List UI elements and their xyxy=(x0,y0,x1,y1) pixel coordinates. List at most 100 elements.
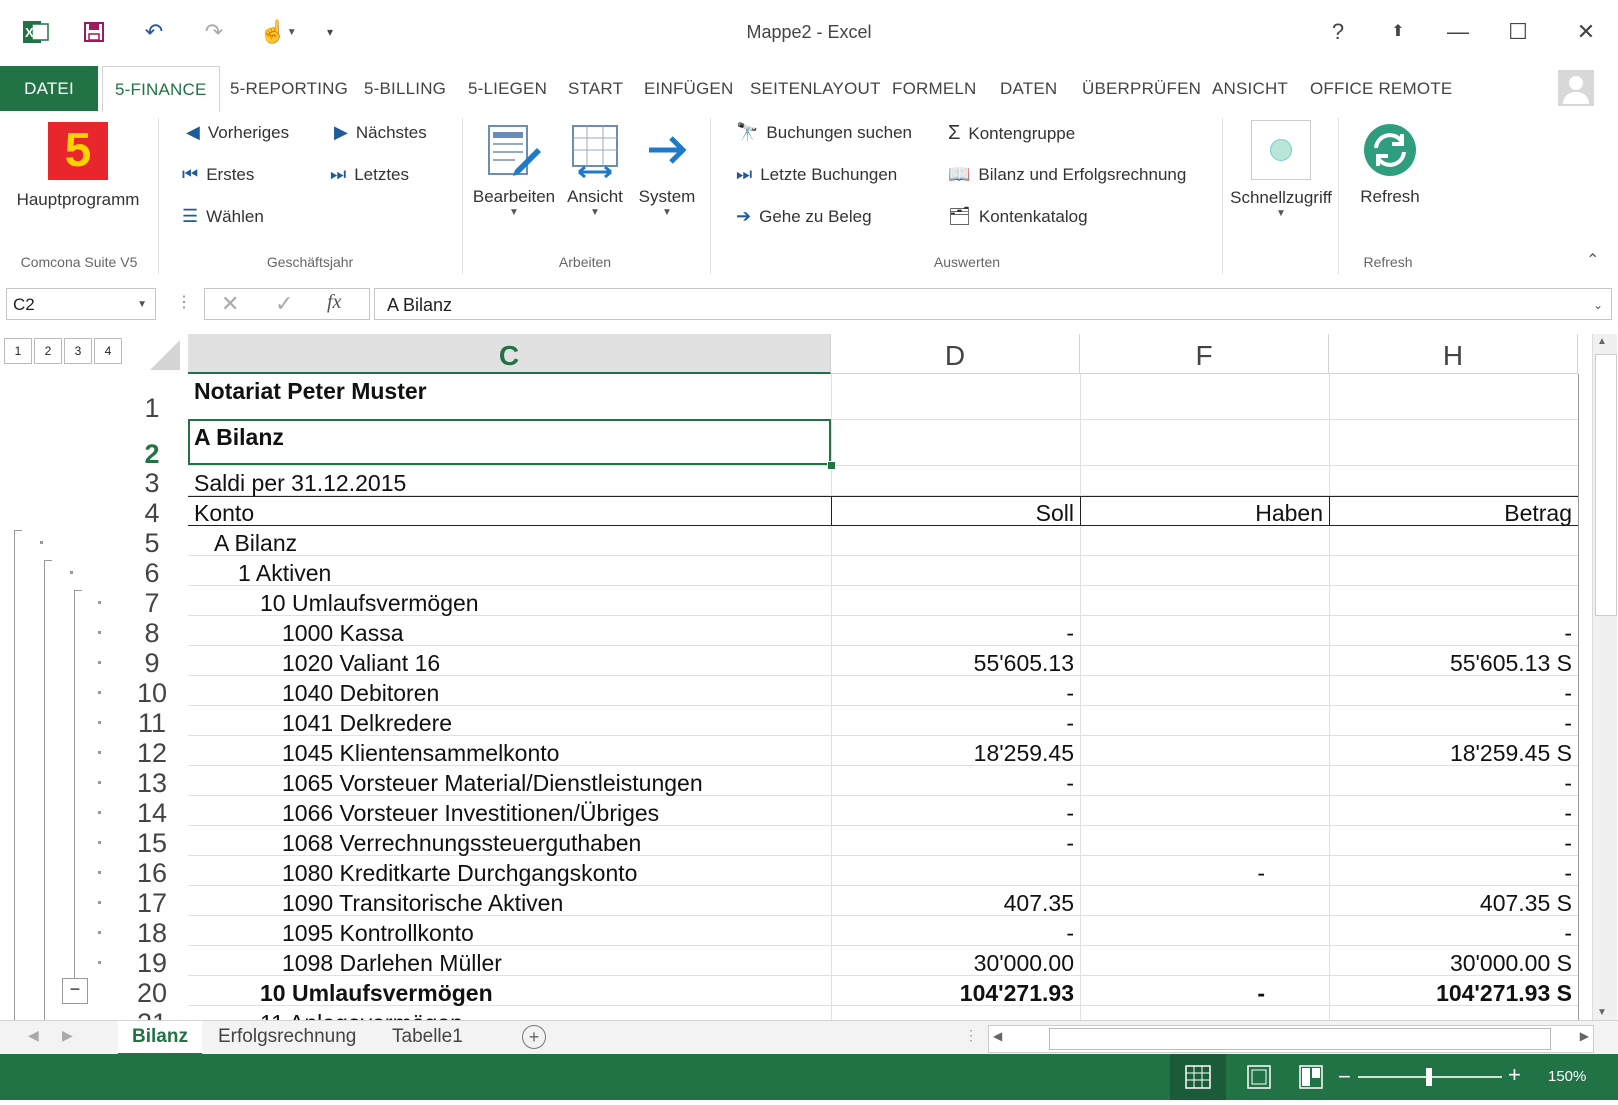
refresh-button[interactable]: Refresh xyxy=(1346,120,1434,207)
row-2-soll-cell[interactable] xyxy=(831,420,1074,466)
cancel-icon[interactable]: ✕ xyxy=(221,291,239,317)
tab-seitenlayout[interactable]: SEITENLAYOUT xyxy=(738,66,893,111)
row-3-soll-cell[interactable] xyxy=(831,466,1074,496)
row-20-soll-cell[interactable]: 104'271.93 xyxy=(831,976,1074,1006)
row-number-3[interactable]: 3 xyxy=(120,466,184,498)
row-number-12[interactable]: 12 xyxy=(120,736,184,768)
tab-formeln[interactable]: FORMELN xyxy=(880,66,989,111)
row-13-betrag-cell[interactable]: - xyxy=(1329,766,1572,796)
row-4-haben-cell[interactable]: Haben xyxy=(1080,496,1323,526)
name-box[interactable]: C2 ▼ xyxy=(6,288,156,320)
row-15-konto-cell[interactable]: 1068 Verrechnungssteuerguthaben xyxy=(282,826,825,856)
row-7-konto-cell[interactable]: 10 Umlaufsvermögen xyxy=(260,586,825,616)
scroll-up-icon[interactable]: ▲ xyxy=(1597,336,1607,347)
row-16-haben-cell[interactable]: - xyxy=(1080,856,1265,886)
row-18-betrag-cell[interactable]: - xyxy=(1329,916,1572,946)
row-8-haben-cell[interactable] xyxy=(1080,616,1265,646)
hauptprogramm-button[interactable]: Hauptprogramm xyxy=(8,190,148,210)
row-17-konto-cell[interactable]: 1090 Transitorische Aktiven xyxy=(282,886,825,916)
row-15-soll-cell[interactable]: - xyxy=(831,826,1074,856)
row-10-konto-cell[interactable]: 1040 Debitoren xyxy=(282,676,825,706)
row-number-16[interactable]: 16 xyxy=(120,856,184,888)
sheet-tab-tabelle1[interactable]: Tabelle1 xyxy=(378,1021,477,1053)
row-5-konto-cell[interactable]: A Bilanz xyxy=(214,526,825,556)
zoom-level[interactable]: 150% xyxy=(1548,1068,1586,1085)
tab-ansicht[interactable]: ANSICHT xyxy=(1200,66,1300,111)
scroll-sheets-right-icon[interactable]: ▶ xyxy=(62,1027,73,1044)
system-button[interactable]: System ▼ xyxy=(634,120,700,218)
zoom-slider[interactable] xyxy=(1358,1068,1502,1086)
row-9-konto-cell[interactable]: 1020 Valiant 16 xyxy=(282,646,825,676)
row-7-soll-cell[interactable] xyxy=(831,586,1074,616)
buchungen-suchen-button[interactable]: 🔭 Buchungen suchen xyxy=(736,122,912,143)
page-break-view-button[interactable] xyxy=(1288,1054,1334,1100)
row-number-14[interactable]: 14 xyxy=(120,796,184,828)
row-1-konto-cell[interactable]: Notariat Peter Muster xyxy=(194,374,825,420)
tab-office-remote[interactable]: OFFICE REMOTE xyxy=(1298,66,1464,111)
kontenkatalog-button[interactable]: 🗂 Kontenkatalog xyxy=(948,206,1088,227)
kontengruppe-button[interactable]: Σ Kontengruppe xyxy=(948,122,1075,145)
row-12-soll-cell[interactable]: 18'259.45 xyxy=(831,736,1074,766)
next-year-button[interactable]: ▶ Nächstes xyxy=(334,122,427,143)
tab-ueberpruefen[interactable]: ÜBERPRÜFEN xyxy=(1070,66,1213,111)
row-11-haben-cell[interactable] xyxy=(1080,706,1265,736)
row-19-haben-cell[interactable] xyxy=(1080,946,1265,976)
row-number-1[interactable]: 1 xyxy=(120,384,184,430)
tab-5-liegen[interactable]: 5-LIEGEN xyxy=(456,66,559,111)
row-2-betrag-cell[interactable] xyxy=(1329,420,1572,466)
row-19-soll-cell[interactable]: 30'000.00 xyxy=(831,946,1074,976)
tab-5-billing[interactable]: 5-BILLING xyxy=(352,66,458,111)
row-10-haben-cell[interactable] xyxy=(1080,676,1265,706)
formula-input[interactable]: A Bilanz ⌄ xyxy=(374,288,1612,320)
row-number-15[interactable]: 15 xyxy=(120,826,184,858)
row-4-betrag-cell[interactable]: Betrag xyxy=(1329,496,1572,526)
row-14-konto-cell[interactable]: 1066 Vorsteuer Investitionen/Übriges xyxy=(282,796,825,826)
bearbeiten-button[interactable]: Bearbeiten ▼ xyxy=(470,120,558,218)
row-2-konto-cell[interactable]: A Bilanz xyxy=(194,420,825,466)
scroll-left-icon[interactable]: ◀ xyxy=(993,1029,1002,1043)
row-number-13[interactable]: 13 xyxy=(120,766,184,798)
enter-icon[interactable]: ✓ xyxy=(275,291,293,317)
row-13-konto-cell[interactable]: 1065 Vorsteuer Material/Dienstleistungen xyxy=(282,766,825,796)
row-10-betrag-cell[interactable]: - xyxy=(1329,676,1572,706)
row-2-haben-cell[interactable] xyxy=(1080,420,1265,466)
column-header-h[interactable]: H xyxy=(1329,334,1578,374)
tab-5-finance[interactable]: 5-FINANCE xyxy=(102,66,220,114)
row-13-haben-cell[interactable] xyxy=(1080,766,1265,796)
row-14-soll-cell[interactable]: - xyxy=(831,796,1074,826)
row-number-9[interactable]: 9 xyxy=(120,646,184,678)
normal-view-button[interactable] xyxy=(1170,1054,1226,1100)
zoom-in-button[interactable]: + xyxy=(1508,1062,1521,1088)
row-14-haben-cell[interactable] xyxy=(1080,796,1265,826)
tab-einfuegen[interactable]: EINFÜGEN xyxy=(632,66,745,111)
row-6-haben-cell[interactable] xyxy=(1080,556,1265,586)
row-9-soll-cell[interactable]: 55'605.13 xyxy=(831,646,1074,676)
row-15-haben-cell[interactable] xyxy=(1080,826,1265,856)
row-11-soll-cell[interactable]: - xyxy=(831,706,1074,736)
schnellzugriff-button[interactable]: Schnellzugriff ▼ xyxy=(1226,120,1336,219)
add-sheet-icon[interactable]: + xyxy=(522,1025,546,1049)
row-16-betrag-cell[interactable]: - xyxy=(1329,856,1572,886)
row-7-haben-cell[interactable] xyxy=(1080,586,1265,616)
row-number-17[interactable]: 17 xyxy=(120,886,184,918)
scroll-sheets-left-icon[interactable]: ◀ xyxy=(28,1027,39,1044)
row-10-soll-cell[interactable]: - xyxy=(831,676,1074,706)
tab-daten[interactable]: DATEN xyxy=(988,66,1069,111)
help-button[interactable]: ? xyxy=(1318,14,1358,50)
row-6-soll-cell[interactable] xyxy=(831,556,1074,586)
row-16-soll-cell[interactable] xyxy=(831,856,1074,886)
row-19-betrag-cell[interactable]: 30'000.00 S xyxy=(1329,946,1572,976)
row-14-betrag-cell[interactable]: - xyxy=(1329,796,1572,826)
row-number-11[interactable]: 11 xyxy=(120,706,184,738)
row-number-8[interactable]: 8 xyxy=(120,616,184,648)
row-17-soll-cell[interactable]: 407.35 xyxy=(831,886,1074,916)
row-9-betrag-cell[interactable]: 55'605.13 S xyxy=(1329,646,1572,676)
row-12-betrag-cell[interactable]: 18'259.45 S xyxy=(1329,736,1572,766)
column-header-f[interactable]: F xyxy=(1080,334,1329,374)
bilanz-erfolgsrechnung-button[interactable]: 📖 Bilanz und Erfolgsrechnung xyxy=(948,164,1186,185)
user-avatar[interactable] xyxy=(1558,70,1594,106)
row-8-betrag-cell[interactable]: - xyxy=(1329,616,1572,646)
page-layout-view-button[interactable] xyxy=(1236,1054,1282,1100)
row-11-betrag-cell[interactable]: - xyxy=(1329,706,1572,736)
row-6-konto-cell[interactable]: 1 Aktiven xyxy=(238,556,825,586)
